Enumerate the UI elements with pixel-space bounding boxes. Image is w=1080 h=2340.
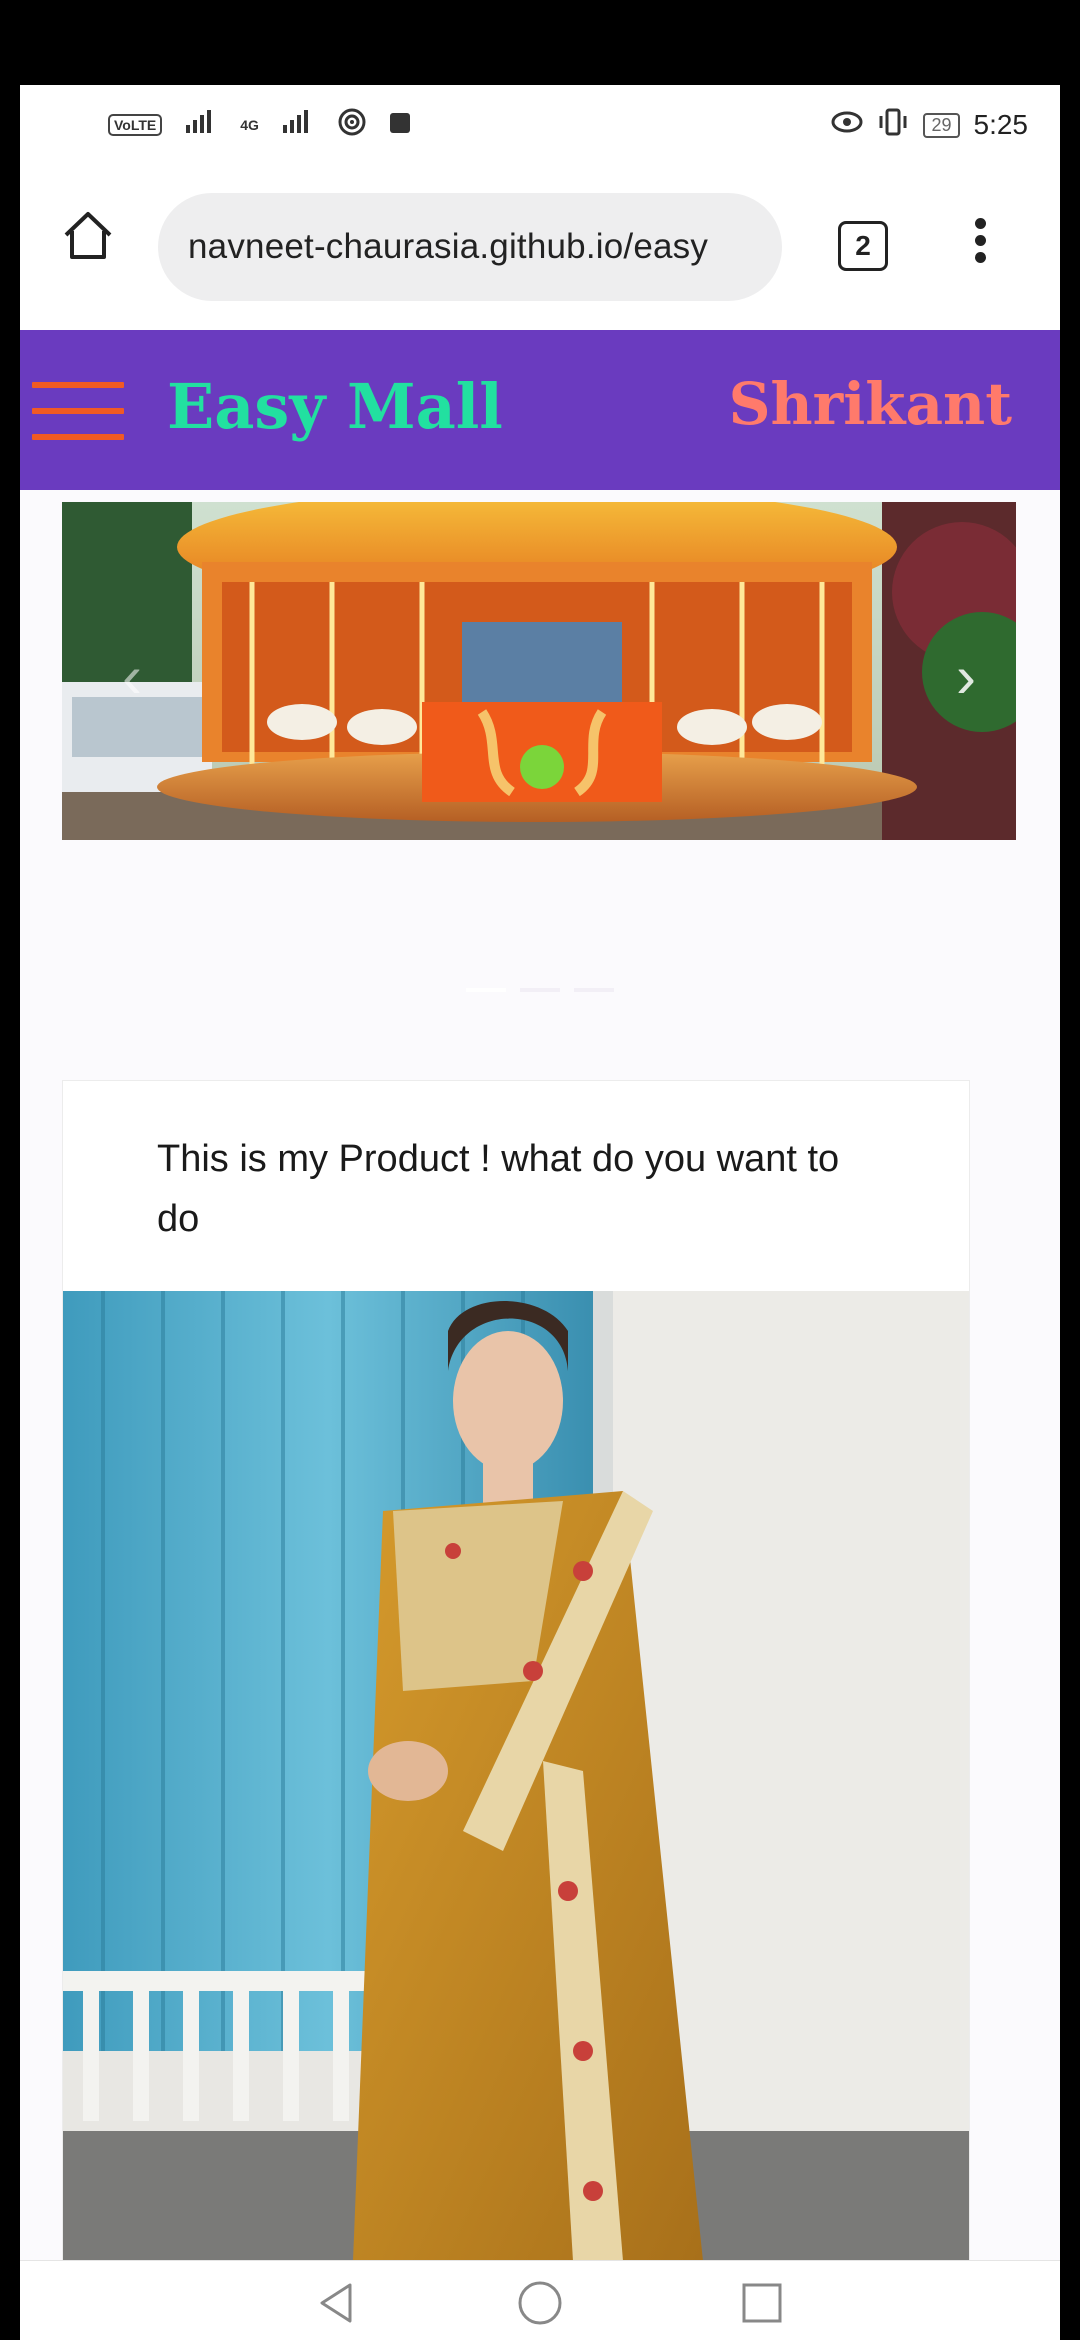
product-card[interactable]: This is my Product ! what do you want to… bbox=[62, 1080, 970, 2262]
main-content: ‹ › This is my Product ! what do you wan… bbox=[20, 490, 1060, 2262]
hotspot-icon bbox=[337, 107, 367, 144]
image-carousel[interactable]: ‹ › bbox=[62, 502, 1016, 840]
brand-logo[interactable]: Easy Mall bbox=[167, 370, 503, 443]
carousel-image bbox=[62, 502, 1016, 840]
clock: 5:25 bbox=[973, 109, 1029, 140]
carousel-next-icon[interactable]: › bbox=[956, 642, 976, 711]
carousel-indicators bbox=[20, 988, 1060, 998]
signal-icon-2 bbox=[281, 109, 315, 142]
more-vert-icon bbox=[974, 218, 986, 229]
recents-square-icon bbox=[742, 2283, 782, 2323]
vibrate-icon bbox=[877, 108, 909, 143]
home-button[interactable] bbox=[60, 207, 116, 263]
product-card-text: This is my Product ! what do you want to… bbox=[157, 1138, 840, 1240]
signal-icon bbox=[184, 109, 218, 142]
carousel-prev-icon[interactable]: ‹ bbox=[122, 642, 142, 711]
product-image[interactable] bbox=[63, 1291, 969, 2261]
overflow-menu-button[interactable] bbox=[970, 215, 990, 275]
network-type: 4G bbox=[240, 117, 259, 133]
hamburger-menu-button[interactable] bbox=[32, 382, 124, 446]
tab-switcher-button[interactable]: 2 bbox=[838, 221, 888, 271]
home-nav-button[interactable] bbox=[516, 2279, 564, 2332]
back-triangle-icon bbox=[320, 2283, 352, 2323]
product-photo bbox=[63, 1291, 969, 2261]
back-button[interactable] bbox=[312, 2279, 360, 2332]
carousel-indicator[interactable] bbox=[466, 988, 506, 992]
url-text: navneet-chaurasia.github.io/easy bbox=[188, 227, 709, 266]
address-bar[interactable]: navneet-chaurasia.github.io/easy bbox=[158, 193, 782, 301]
user-name[interactable]: Shrikant bbox=[729, 370, 1012, 438]
browser-toolbar: navneet-chaurasia.github.io/easy 2 bbox=[20, 185, 1060, 305]
system-nav-bar bbox=[20, 2260, 1060, 2340]
status-bar: VoLTE 4G 29 5:25 bbox=[20, 85, 1060, 165]
app-navbar: Easy Mall Shrikant bbox=[20, 330, 1060, 490]
carousel-indicator[interactable] bbox=[574, 988, 614, 992]
notification-square-icon bbox=[389, 110, 411, 141]
recents-button[interactable] bbox=[738, 2279, 786, 2332]
home-circle-icon bbox=[518, 2281, 562, 2325]
eye-comfort-icon bbox=[831, 110, 863, 141]
home-icon bbox=[64, 212, 112, 259]
carousel-indicator[interactable] bbox=[520, 988, 560, 992]
phone-screen: VoLTE 4G 29 5:25 navneet-chaurasia.githu… bbox=[20, 85, 1060, 2340]
battery-icon: 29 bbox=[923, 112, 960, 138]
volte-indicator: VoLTE bbox=[108, 114, 163, 136]
